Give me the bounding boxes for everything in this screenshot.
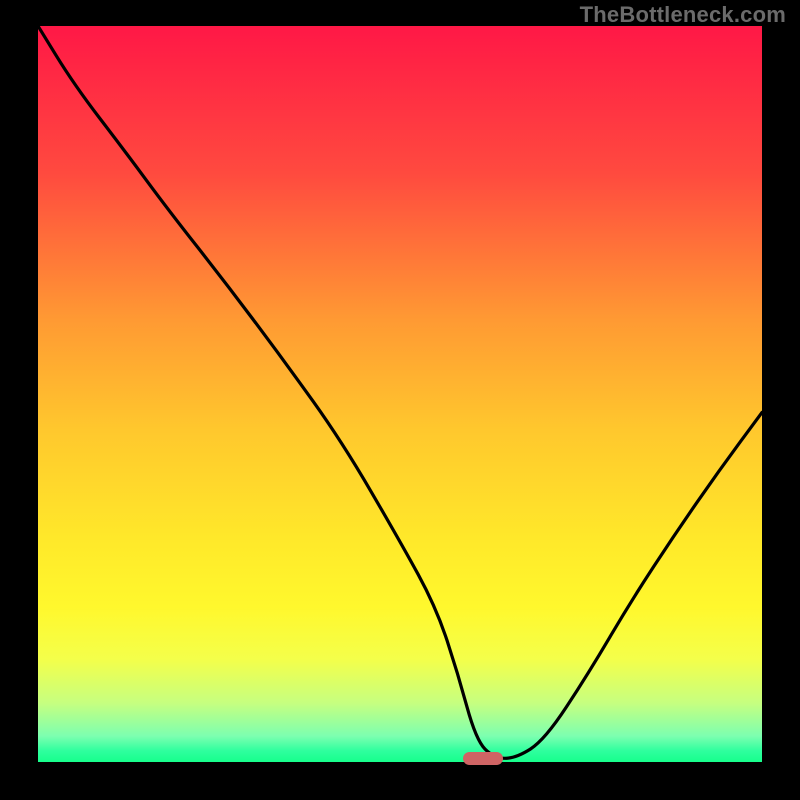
- bottleneck-curve: [38, 26, 762, 762]
- chart-container: TheBottleneck.com: [0, 0, 800, 800]
- plot-area: [38, 26, 762, 762]
- optimal-marker: [463, 752, 503, 765]
- watermark-text: TheBottleneck.com: [580, 2, 786, 28]
